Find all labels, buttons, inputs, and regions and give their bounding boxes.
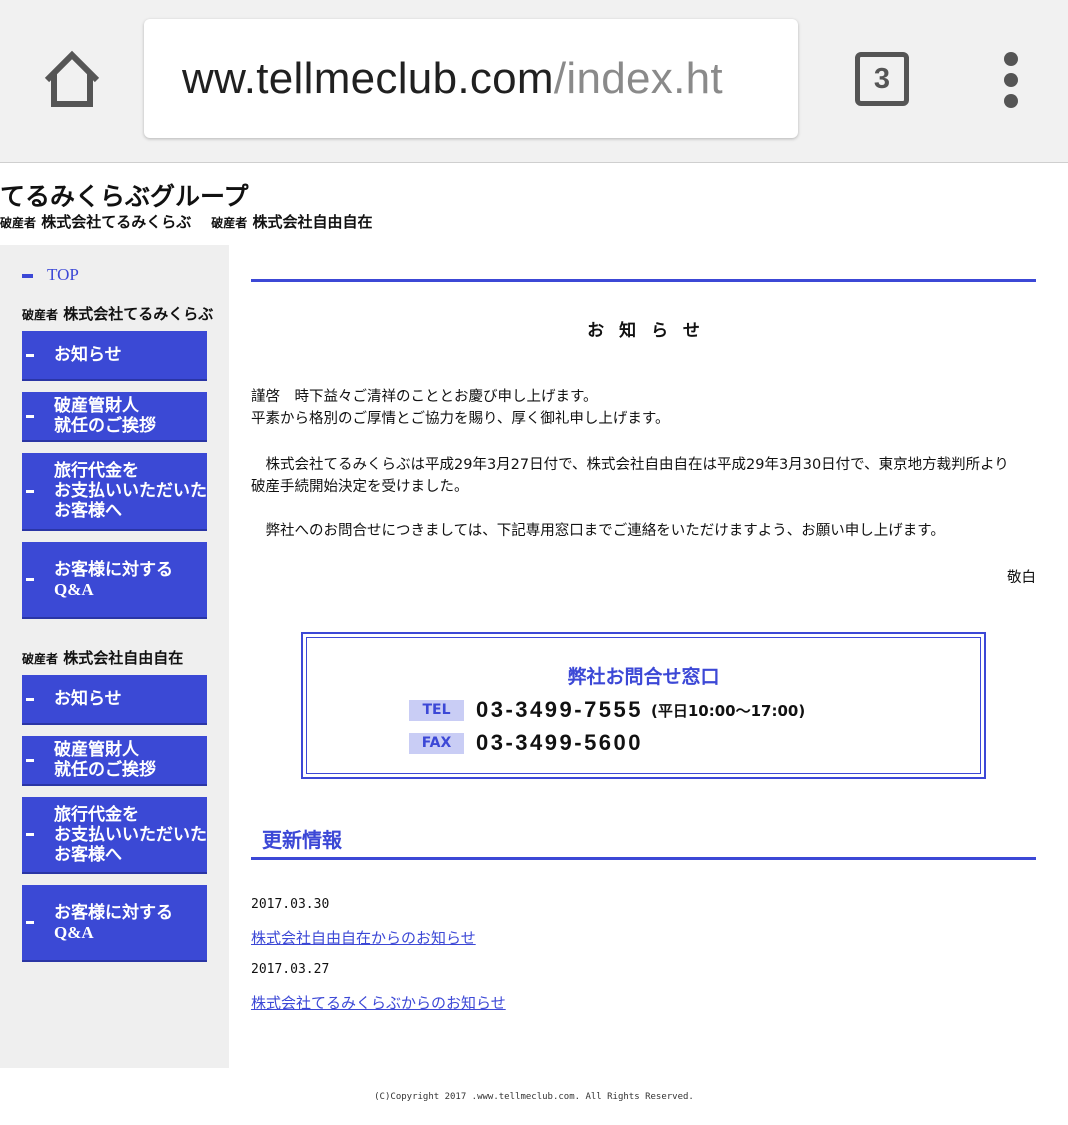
sidebar-item-trustee-greeting[interactable]: 破産管財人 就任のご挨拶: [22, 392, 207, 442]
sidebar-item-trustee-greeting[interactable]: 破産管財人 就任のご挨拶: [22, 736, 207, 786]
sidebar-item-label: お知らせ: [54, 345, 122, 364]
dash-icon: [26, 921, 34, 924]
fax-label: FAX: [409, 732, 464, 754]
dash-icon: [26, 578, 34, 581]
bankrupt-label: 破産者: [22, 308, 59, 322]
sidebar-section-heading: 破産者 株式会社てるみくらぶ: [22, 303, 213, 324]
dash-icon: [26, 414, 34, 418]
section-company: 株式会社てるみくらぶ: [63, 305, 214, 323]
sidebar-item-label: 破産管財人 就任のご挨拶: [54, 740, 156, 779]
greeting-line: 平素から格別のご厚情とご協力を賜り、厚く御礼申し上げます。: [251, 411, 670, 427]
sidebar-item-label: 破産管財人 就任のご挨拶: [54, 396, 156, 435]
url-path: /index.ht: [553, 54, 723, 103]
body-line: 株式会社てるみくらぶは平成29年3月27日付で、株式会社自由自在は平成29年3月…: [251, 457, 1009, 473]
notice-title: お知らせ: [587, 321, 715, 341]
dash-icon: [22, 274, 33, 279]
url-bar[interactable]: ww.tellmeclub.com/index.ht: [144, 19, 798, 138]
dash-icon: [26, 353, 34, 357]
tel-number[interactable]: 03-3499-7555: [476, 697, 643, 723]
browser-toolbar: ww.tellmeclub.com/index.ht 3: [0, 0, 1068, 163]
sidebar-item-faq[interactable]: お客様に対する Q&A: [22, 885, 207, 962]
company-name-1: 株式会社てるみくらぶ: [41, 213, 192, 231]
contact-title: 弊社お問合せ窓口: [567, 667, 720, 688]
closing-text: 敬白: [1007, 570, 1036, 586]
greeting-paragraph: 謹啓 時下益々ご清祥のこととお慶び申し上げます。 平素から格別のご厚情とご協力を…: [251, 386, 1041, 430]
update-date: 2017.03.27: [251, 962, 330, 977]
updates-divider: [251, 857, 1036, 860]
sidebar-section-heading: 破産者 株式会社自由自在: [22, 647, 183, 668]
greeting-line: 謹啓 時下益々ご清祥のこととお慶び申し上げます。: [251, 389, 598, 405]
dash-icon: [26, 489, 34, 493]
inquiry-paragraph: 弊社へのお問合せにつきましては、下記専用窓口までご連絡をいただけますよう、お願い…: [251, 520, 1041, 542]
more-vert-icon[interactable]: [996, 52, 1026, 108]
sidebar: TOP 破産者 株式会社てるみくらぶ お知らせ 破産管財人 就任のご挨拶 旅行代…: [0, 245, 229, 1068]
sidebar-item-paid-customers[interactable]: 旅行代金を お支払いいただいた お客様へ: [22, 453, 207, 531]
url-host: ww.tellmeclub.com: [182, 54, 554, 103]
sidebar-item-label: お客様に対する Q&A: [54, 559, 173, 599]
sidebar-item-notice[interactable]: お知らせ: [22, 675, 207, 725]
sidebar-item-label: 旅行代金を お支払いいただいた お客様へ: [54, 804, 207, 864]
tel-label: TEL: [409, 699, 464, 721]
tab-count: 3: [873, 62, 891, 95]
home-icon: [44, 50, 100, 107]
bankrupt-label: 破産者: [22, 652, 59, 666]
section-divider: [251, 279, 1036, 282]
updates-title: 更新情報: [262, 828, 342, 852]
fax-number: 03-3499-5600: [476, 730, 644, 755]
site-title: てるみくらぶグループ: [0, 182, 249, 211]
top-link-label: TOP: [47, 265, 79, 284]
fax-row: FAX 03-3499-5600: [409, 729, 643, 757]
bankrupt-label: 破産者: [0, 216, 37, 230]
home-button[interactable]: [36, 44, 108, 116]
sidebar-item-label: お知らせ: [54, 689, 122, 708]
dash-icon: [26, 697, 34, 701]
url-text: ww.tellmeclub.com/index.ht: [182, 51, 723, 107]
update-link[interactable]: 株式会社自由自在からのお知らせ: [251, 927, 476, 948]
contact-box-inner: 弊社お問合せ窓口 TEL 03-3499-7555 (平日10:00～17:00…: [306, 637, 981, 774]
sidebar-item-label: お客様に対する Q&A: [54, 902, 173, 942]
section-company: 株式会社自由自在: [63, 649, 184, 667]
sidebar-item-paid-customers[interactable]: 旅行代金を お支払いいただいた お客様へ: [22, 797, 207, 874]
sidebar-top-link[interactable]: TOP: [22, 265, 79, 285]
update-link[interactable]: 株式会社てるみくらぶからのお知らせ: [251, 992, 506, 1013]
sidebar-item-notice[interactable]: お知らせ: [22, 331, 207, 381]
site-subtitle: 破産者 株式会社てるみくらぶ 破産者 株式会社自由自在: [0, 211, 373, 232]
tel-row: TEL 03-3499-7555 (平日10:00～17:00): [409, 696, 805, 724]
dash-icon: [26, 833, 34, 836]
sidebar-item-label: 旅行代金を お支払いいただいた お客様へ: [54, 461, 207, 520]
update-date: 2017.03.30: [251, 897, 330, 912]
bankrupt-label: 破産者: [211, 216, 248, 230]
footer-copyright: (C)Copyright 2017 .www.tellmeclub.com. A…: [374, 1092, 694, 1102]
dash-icon: [26, 758, 34, 762]
bankruptcy-paragraph: 株式会社てるみくらぶは平成29年3月27日付で、株式会社自由自在は平成29年3月…: [251, 454, 1041, 498]
company-name-2: 株式会社自由自在: [252, 213, 373, 231]
contact-box: 弊社お問合せ窓口 TEL 03-3499-7555 (平日10:00～17:00…: [301, 632, 986, 779]
sidebar-item-faq[interactable]: お客様に対する Q&A: [22, 542, 207, 619]
body-line: 破産手続開始決定を受けました。: [251, 479, 469, 495]
business-hours: (平日10:00～17:00): [651, 701, 806, 720]
inquiry-line: 弊社へのお問合せにつきましては、下記専用窓口までご連絡をいただけますよう、お願い…: [251, 523, 945, 539]
tab-switcher-button[interactable]: 3: [855, 52, 909, 106]
